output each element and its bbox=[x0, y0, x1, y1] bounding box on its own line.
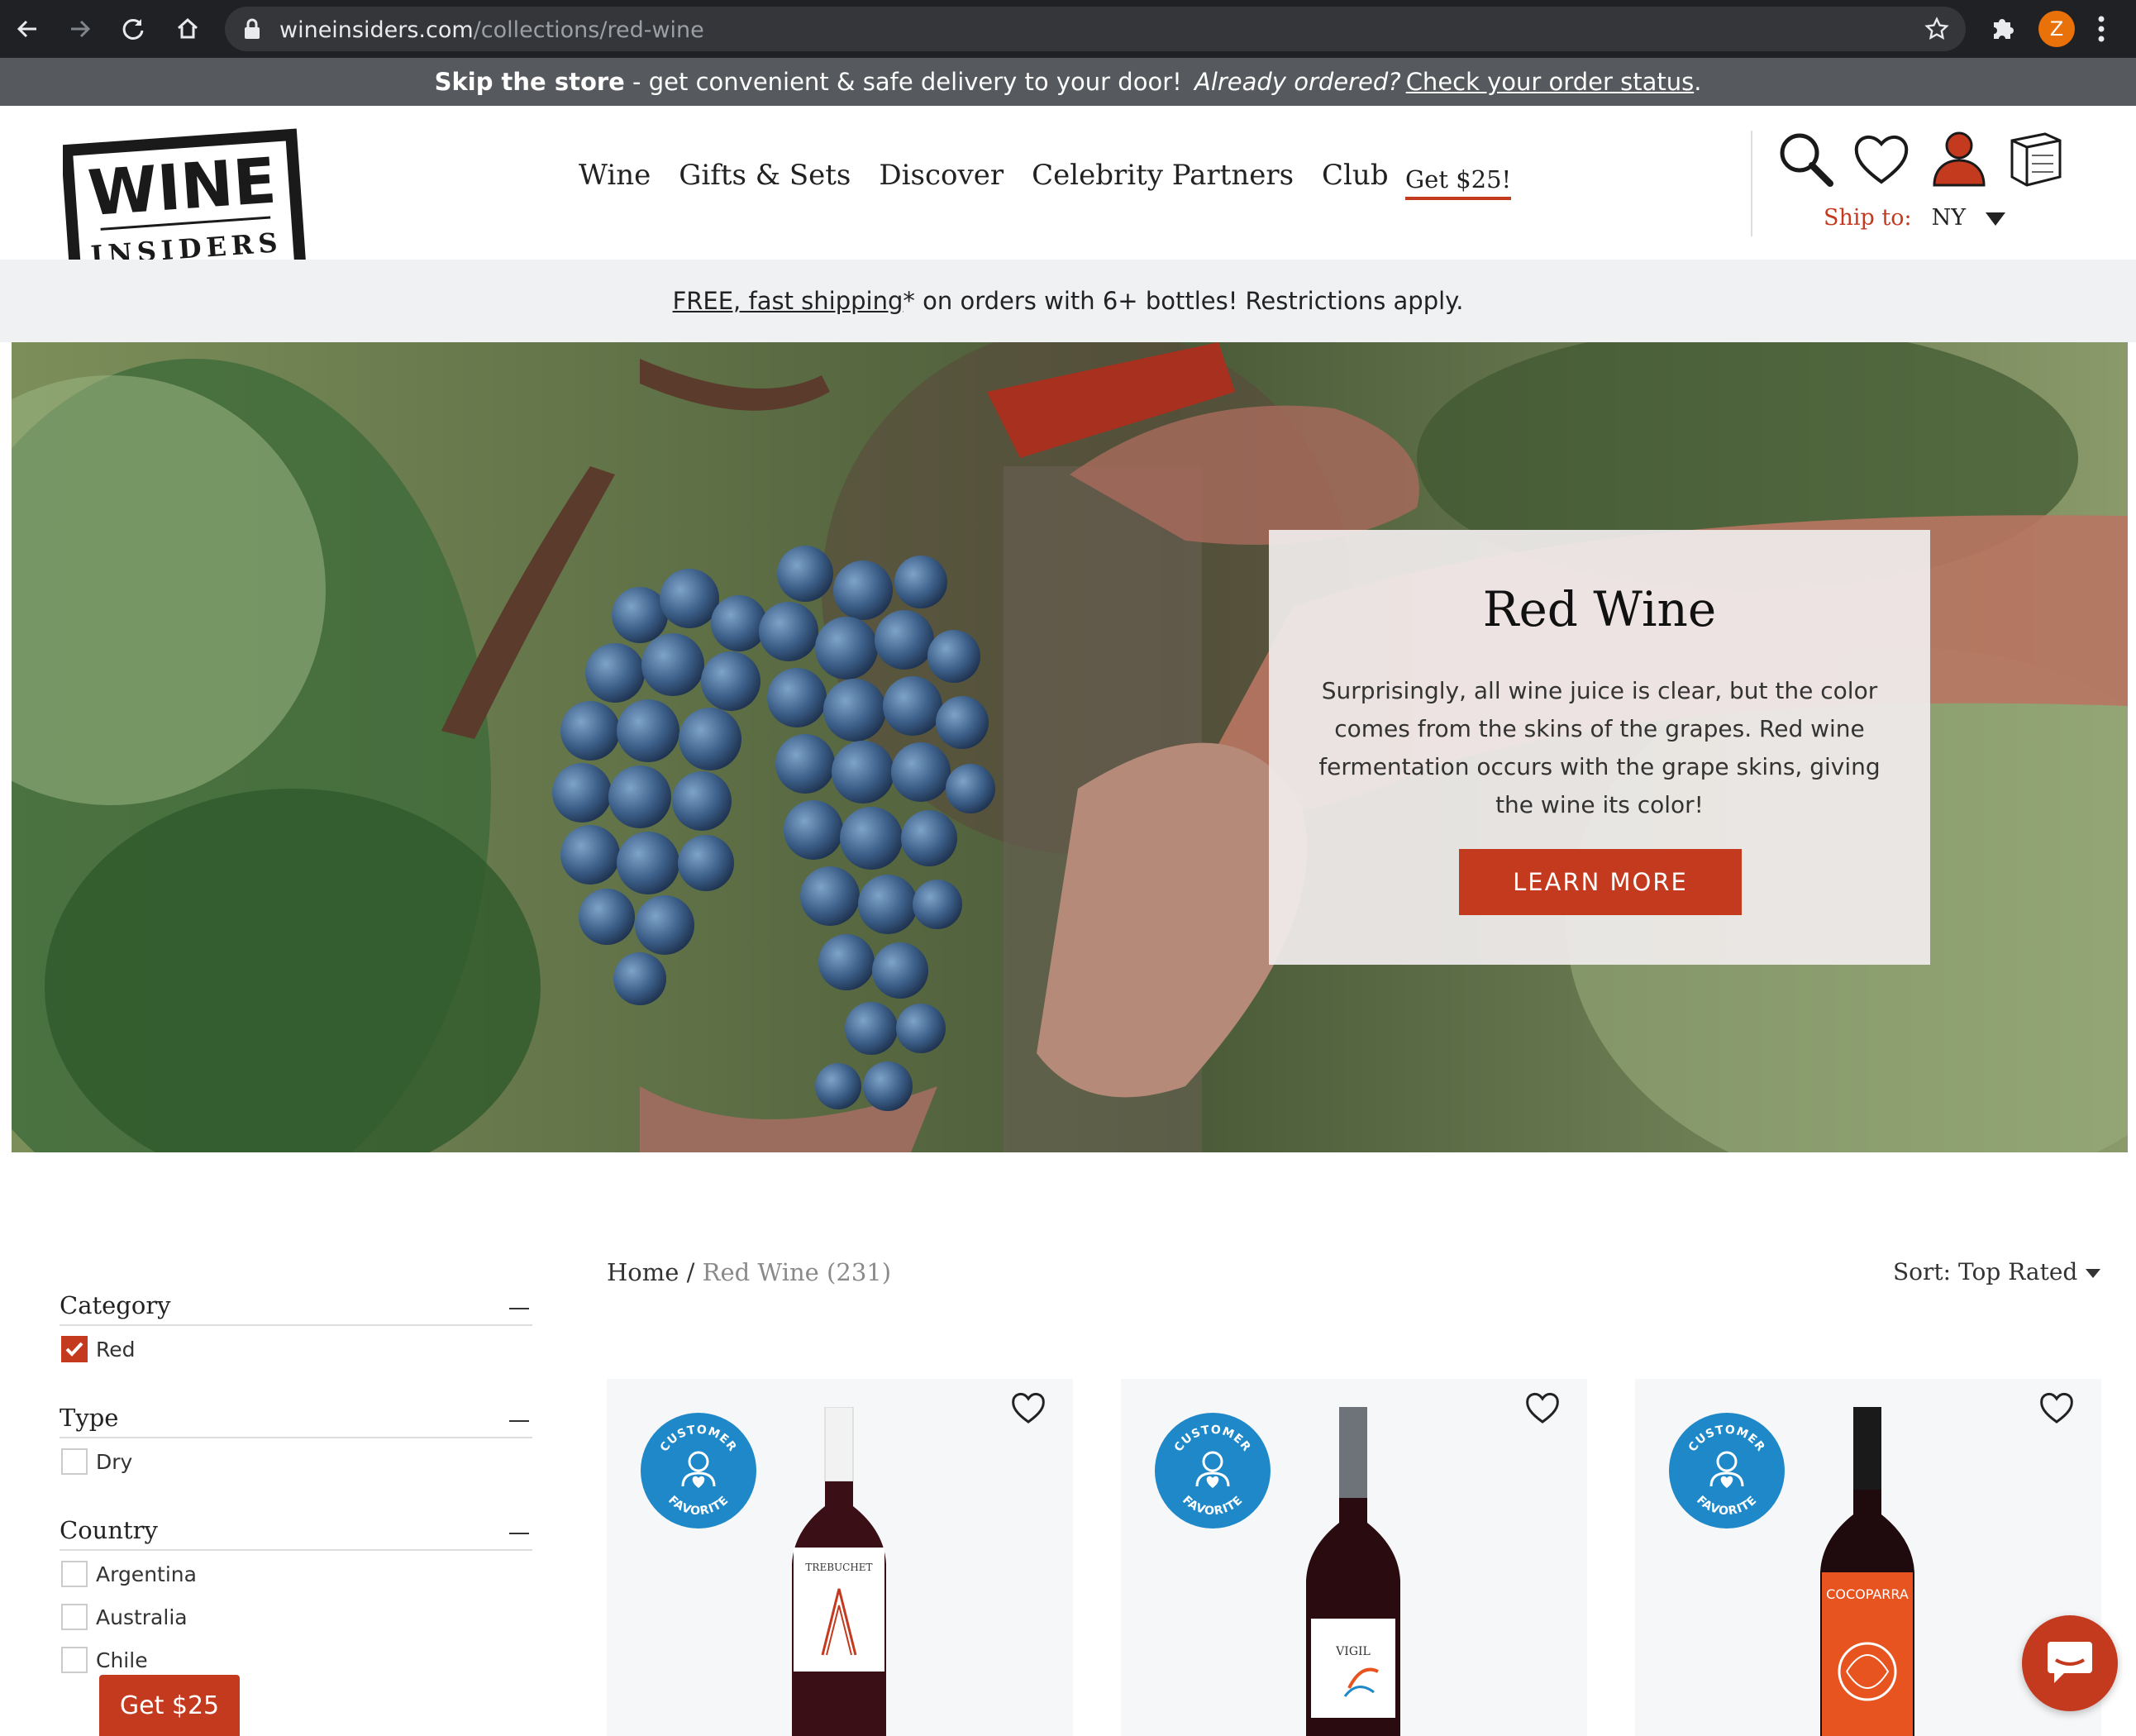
svg-text:TREBUCHET: TREBUCHET bbox=[805, 1562, 872, 1573]
collapse-icon[interactable] bbox=[509, 1308, 529, 1309]
checkbox[interactable] bbox=[61, 1561, 88, 1587]
filter-option-argentina[interactable]: Argentina bbox=[60, 1551, 532, 1594]
nav-item-club[interactable]: Club bbox=[1322, 159, 1389, 192]
bookmark-star-icon[interactable] bbox=[1924, 17, 1949, 45]
breadcrumb-separator: / bbox=[679, 1258, 703, 1286]
get-25-floating-button[interactable]: Get $25 bbox=[99, 1675, 240, 1736]
checkbox[interactable] bbox=[61, 1647, 88, 1673]
filter-header-type[interactable]: Type bbox=[60, 1397, 532, 1438]
extensions-icon[interactable] bbox=[1989, 12, 2019, 46]
shipping-notice-text: * on orders with 6+ bottles! Restriction… bbox=[903, 287, 1464, 315]
filter-option-dry[interactable]: Dry bbox=[60, 1438, 532, 1481]
search-icon[interactable] bbox=[1774, 127, 1837, 190]
chat-icon bbox=[2044, 1637, 2095, 1691]
forward-icon[interactable] bbox=[61, 10, 99, 48]
account-icon[interactable] bbox=[1928, 127, 1991, 190]
svg-text:COCOPARRA: COCOPARRA bbox=[1826, 1586, 1909, 1602]
sort-dropdown[interactable]: Sort: Top Rated bbox=[1893, 1258, 2101, 1285]
collapse-icon[interactable] bbox=[509, 1533, 529, 1534]
lock-icon bbox=[243, 18, 261, 44]
wine-bottle-image: TREBUCHET bbox=[792, 1407, 886, 1736]
checkbox-checked[interactable] bbox=[61, 1336, 88, 1362]
checkbox[interactable] bbox=[61, 1448, 88, 1475]
customer-favorite-badge: CUSTOMER FAVORITE bbox=[1155, 1413, 1271, 1529]
product-card[interactable]: CUSTOMER FAVORITE VIGIL bbox=[1121, 1379, 1587, 1736]
caret-down-icon bbox=[1986, 212, 2006, 226]
filter-header-category[interactable]: Category bbox=[60, 1285, 532, 1326]
filter-option-australia[interactable]: Australia bbox=[60, 1594, 532, 1637]
wine-bottle-image: VIGIL bbox=[1306, 1407, 1400, 1736]
filter-option-label: Dry bbox=[96, 1450, 133, 1474]
cart-icon[interactable] bbox=[2004, 127, 2067, 190]
nav-item-gifts-sets[interactable]: Gifts & Sets bbox=[679, 159, 851, 192]
collapse-icon[interactable] bbox=[509, 1420, 529, 1422]
order-status-link[interactable]: Check your order status bbox=[1406, 68, 1695, 96]
filter-title: Country bbox=[60, 1516, 158, 1544]
caret-down-icon bbox=[2086, 1269, 2101, 1278]
sort-label: Sort: Top Rated bbox=[1893, 1258, 2078, 1285]
chat-button[interactable] bbox=[2022, 1615, 2118, 1711]
url-text: wineinsiders.com/collections/red-wine bbox=[279, 17, 704, 43]
wine-bottle-image: COCOPARRA bbox=[1820, 1407, 1914, 1736]
promo-italic: Already ordered? bbox=[1194, 68, 1401, 96]
nav-item-celebrity-partners[interactable]: Celebrity Partners bbox=[1032, 159, 1294, 192]
filter-group-category: Category Red bbox=[60, 1285, 532, 1369]
ship-to-label: Ship to: bbox=[1824, 205, 1912, 231]
svg-text:VIGIL: VIGIL bbox=[1335, 1645, 1371, 1658]
back-icon[interactable] bbox=[8, 10, 46, 48]
filter-option-label: Australia bbox=[96, 1605, 188, 1629]
wishlist-heart-icon[interactable] bbox=[2037, 1387, 2076, 1427]
learn-more-button[interactable]: LEARN MORE bbox=[1459, 849, 1742, 915]
promo-text: - get convenient & safe delivery to your… bbox=[624, 68, 1190, 96]
wishlist-heart-icon[interactable] bbox=[1008, 1387, 1048, 1427]
filter-option-label: Chile bbox=[96, 1648, 148, 1672]
hero-card: Red Wine Surprisingly, all wine juice is… bbox=[1269, 530, 1930, 965]
filter-option-label: Red bbox=[96, 1338, 136, 1362]
hero-title: Red Wine bbox=[1482, 581, 1717, 637]
filter-header-country[interactable]: Country bbox=[60, 1509, 532, 1551]
breadcrumb: Home / Red Wine (231) bbox=[607, 1258, 891, 1286]
heart-icon[interactable] bbox=[1850, 127, 1913, 190]
ship-state: NY bbox=[1931, 205, 1967, 231]
filter-option-label: Argentina bbox=[96, 1562, 197, 1586]
get-25-nav-link[interactable]: Get $25! bbox=[1405, 165, 1512, 200]
filter-title: Type bbox=[60, 1404, 119, 1432]
product-card[interactable]: CUSTOMER FAVORITE TREBUCHET bbox=[607, 1379, 1073, 1736]
promo-trailing: . bbox=[1694, 68, 1702, 96]
nav-item-wine[interactable]: Wine bbox=[579, 159, 651, 192]
browser-toolbar: wineinsiders.com/collections/red-wine Z bbox=[0, 0, 2136, 58]
free-shipping-link[interactable]: FREE, fast shipping bbox=[673, 287, 904, 315]
promo-bar: Skip the store - get convenient & safe d… bbox=[0, 58, 2136, 106]
breadcrumb-current: Red Wine (231) bbox=[702, 1258, 892, 1286]
address-bar[interactable]: wineinsiders.com/collections/red-wine bbox=[225, 7, 1966, 51]
browser-menu-icon[interactable] bbox=[2096, 14, 2106, 48]
ship-to-selector[interactable]: Ship to: NY bbox=[1824, 205, 2006, 231]
svg-text:WINE: WINE bbox=[86, 144, 279, 231]
promo-bold: Skip the store bbox=[434, 68, 625, 96]
customer-favorite-badge: CUSTOMER FAVORITE bbox=[641, 1413, 756, 1529]
filter-group-type: Type Dry bbox=[60, 1397, 532, 1481]
filter-sidebar: Category Red Type Dry Country Argentina bbox=[60, 1285, 532, 1680]
header-divider bbox=[1751, 131, 1752, 236]
customer-favorite-badge: CUSTOMER FAVORITE bbox=[1669, 1413, 1785, 1529]
profile-avatar[interactable]: Z bbox=[2038, 11, 2075, 47]
checkbox[interactable] bbox=[61, 1604, 88, 1630]
home-icon[interactable] bbox=[169, 10, 207, 48]
shipping-notice: FREE, fast shipping * on orders with 6+ b… bbox=[0, 260, 2136, 342]
hero-body: Surprisingly, all wine juice is clear, b… bbox=[1318, 677, 1881, 818]
filter-title: Category bbox=[60, 1291, 171, 1319]
breadcrumb-home[interactable]: Home bbox=[607, 1258, 679, 1286]
nav-item-discover[interactable]: Discover bbox=[879, 159, 1004, 192]
filter-option-chile[interactable]: Chile bbox=[60, 1637, 532, 1680]
filter-option-red[interactable]: Red bbox=[60, 1326, 532, 1369]
main-nav: Wine Gifts & Sets Discover Celebrity Par… bbox=[579, 159, 1389, 192]
reload-icon[interactable] bbox=[114, 10, 152, 48]
wishlist-heart-icon[interactable] bbox=[1523, 1387, 1562, 1427]
filter-group-country: Country Argentina Australia Chile bbox=[60, 1509, 532, 1680]
